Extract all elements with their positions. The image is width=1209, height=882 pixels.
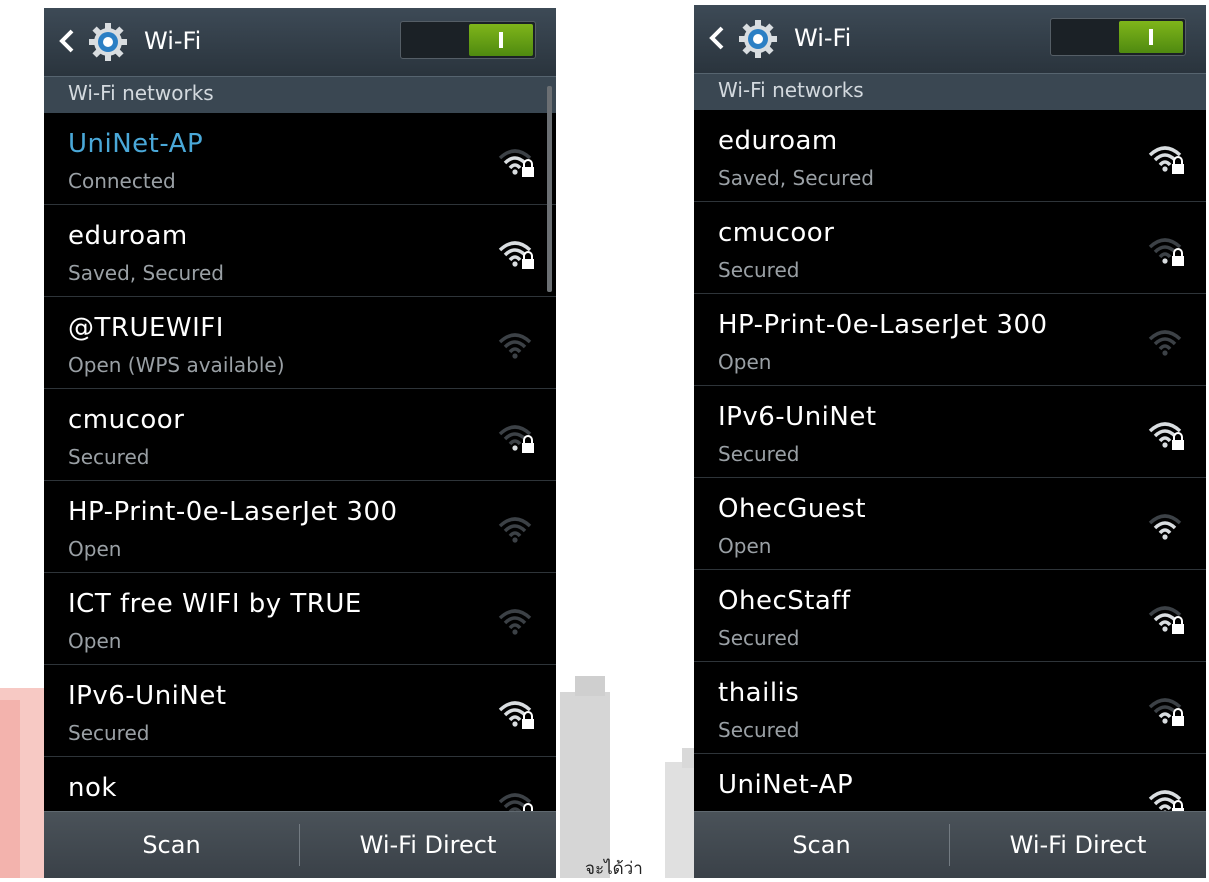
action-bar: Wi-Fi: [44, 8, 556, 77]
network-ssid: eduroam: [718, 126, 838, 156]
gear-icon[interactable]: [738, 19, 778, 59]
network-status: Secured: [718, 718, 800, 742]
wifi-signal-icon: [1148, 328, 1186, 360]
network-status: Open (WPS available): [68, 353, 285, 377]
wifi-direct-button[interactable]: Wi-Fi Direct: [950, 812, 1206, 878]
toggle-knob: [469, 24, 533, 56]
network-row[interactable]: IPv6-UniNet Secured: [44, 665, 556, 757]
network-status: Secured: [718, 258, 800, 282]
network-ssid: IPv6-UniNet: [718, 402, 877, 432]
network-status: Secured: [68, 721, 150, 745]
action-bar: Wi-Fi: [694, 5, 1206, 74]
scan-button[interactable]: Scan: [694, 812, 949, 878]
wifi-signal-icon: [498, 515, 536, 547]
wifi-secured-icon: [1148, 144, 1186, 176]
background-watermark: [575, 676, 605, 696]
network-status: Secured: [718, 626, 800, 650]
network-ssid: IPv6-UniNet: [68, 681, 227, 711]
scan-button[interactable]: Scan: [44, 812, 299, 878]
wifi-secured-icon: [498, 239, 536, 271]
wifi-toggle[interactable]: [1050, 18, 1186, 56]
chevron-left-icon[interactable]: [708, 25, 726, 51]
network-ssid: OhecStaff: [718, 586, 851, 616]
network-ssid: OhecGuest: [718, 494, 867, 524]
wifi-settings-screen-left: Wi-Fi Wi-Fi networks UniNet-AP Connected e…: [44, 8, 556, 878]
network-row[interactable]: eduroam Saved, Secured: [694, 110, 1206, 202]
network-ssid: UniNet-AP: [68, 129, 204, 159]
page-title: Wi-Fi: [144, 27, 202, 55]
network-ssid: @TRUEWIFI: [68, 313, 224, 343]
wifi-secured-icon: [498, 147, 536, 179]
bottom-bar: Scan Wi-Fi Direct: [694, 811, 1206, 878]
network-status: Open: [68, 629, 122, 653]
wifi-secured-icon: [498, 699, 536, 731]
background-watermark: [0, 700, 20, 878]
section-header: Wi-Fi networks: [44, 77, 556, 113]
network-row[interactable]: OhecStaff Secured: [694, 570, 1206, 662]
network-row[interactable]: thailis Secured: [694, 662, 1206, 754]
network-ssid: HP-Print-0e-LaserJet 300: [68, 497, 398, 527]
network-status: Saved, Secured: [68, 261, 224, 285]
network-status: Secured: [718, 442, 800, 466]
chevron-left-icon[interactable]: [58, 28, 76, 54]
background-watermark: [665, 762, 695, 878]
network-ssid: ICT free WIFI by TRUE: [68, 589, 362, 619]
wifi-toggle[interactable]: [400, 21, 536, 59]
wifi-signal-icon: [498, 331, 536, 363]
network-status: Open: [718, 534, 772, 558]
toggle-knob: [1119, 21, 1183, 53]
wifi-secured-icon: [498, 423, 536, 455]
network-ssid: UniNet-AP: [718, 770, 854, 800]
network-row[interactable]: UniNet-AP Connected: [44, 113, 556, 205]
wifi-secured-icon: [1148, 696, 1186, 728]
network-ssid: cmucoor: [68, 405, 185, 435]
wifi-secured-icon: [1148, 236, 1186, 268]
network-row[interactable]: eduroam Saved, Secured: [44, 205, 556, 297]
scrollbar[interactable]: [547, 86, 552, 292]
network-row[interactable]: OhecGuest Open: [694, 478, 1206, 570]
network-ssid: cmucoor: [718, 218, 835, 248]
network-ssid: thailis: [718, 678, 800, 708]
network-row[interactable]: @TRUEWIFI Open (WPS available): [44, 297, 556, 389]
network-ssid: nok: [68, 773, 117, 803]
network-row[interactable]: IPv6-UniNet Secured: [694, 386, 1206, 478]
network-status: Connected: [68, 169, 176, 193]
bottom-bar: Scan Wi-Fi Direct: [44, 811, 556, 878]
background-watermark: [560, 692, 610, 878]
network-status: Saved, Secured: [718, 166, 874, 190]
wifi-direct-button[interactable]: Wi-Fi Direct: [300, 812, 556, 878]
section-header: Wi-Fi networks: [694, 74, 1206, 110]
network-ssid: HP-Print-0e-LaserJet 300: [718, 310, 1048, 340]
wifi-settings-screen-right: Wi-Fi Wi-Fi networks eduroam Saved, Secur…: [694, 5, 1206, 878]
network-row[interactable]: HP-Print-0e-LaserJet 300 Open: [694, 294, 1206, 386]
wifi-signal-icon: [1148, 512, 1186, 544]
network-ssid: eduroam: [68, 221, 188, 251]
network-status: Open: [68, 537, 122, 561]
network-row[interactable]: cmucoor Secured: [44, 389, 556, 481]
wifi-secured-icon: [1148, 604, 1186, 636]
page-title: Wi-Fi: [794, 24, 852, 52]
network-status: Open: [718, 350, 772, 374]
gear-icon[interactable]: [88, 22, 128, 62]
network-status: Secured: [68, 445, 150, 469]
wifi-secured-icon: [1148, 420, 1186, 452]
network-row[interactable]: cmucoor Secured: [694, 202, 1206, 294]
network-list: eduroam Saved, Secured cmucoor Secured HP-Pr…: [694, 110, 1206, 846]
network-list: UniNet-AP Connected eduroam Saved, Secured @…: [44, 113, 556, 849]
wifi-signal-icon: [498, 607, 536, 639]
network-row[interactable]: HP-Print-0e-LaserJet 300 Open: [44, 481, 556, 573]
network-row[interactable]: ICT free WIFI by TRUE Open: [44, 573, 556, 665]
